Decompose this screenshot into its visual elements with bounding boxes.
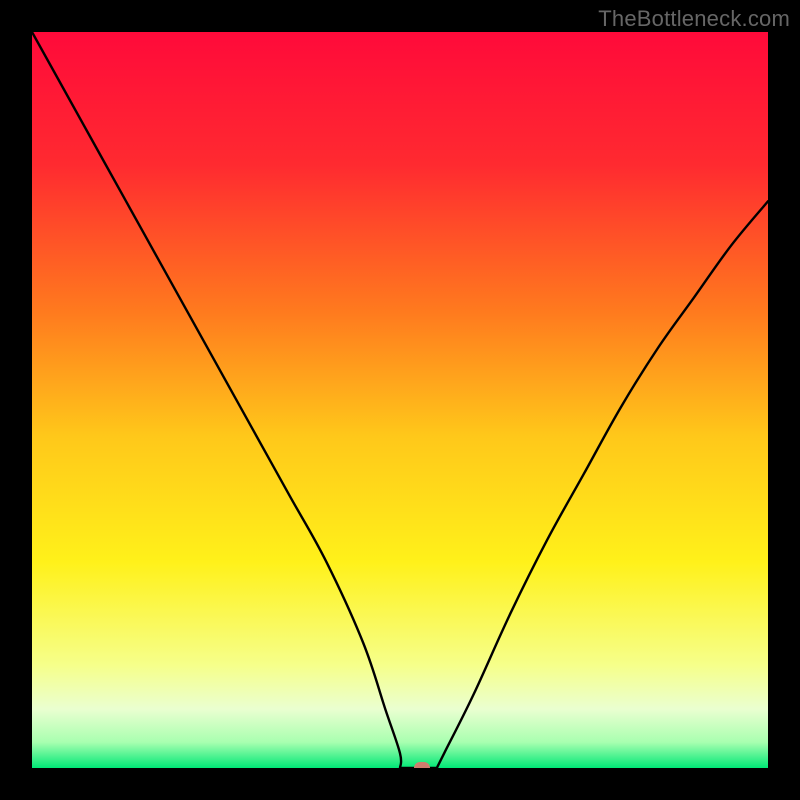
watermark-text: TheBottleneck.com — [598, 6, 790, 32]
chart-frame: TheBottleneck.com — [0, 0, 800, 800]
plot-area — [32, 32, 768, 768]
bottleneck-curve — [32, 32, 768, 768]
optimal-marker-icon — [414, 762, 430, 768]
